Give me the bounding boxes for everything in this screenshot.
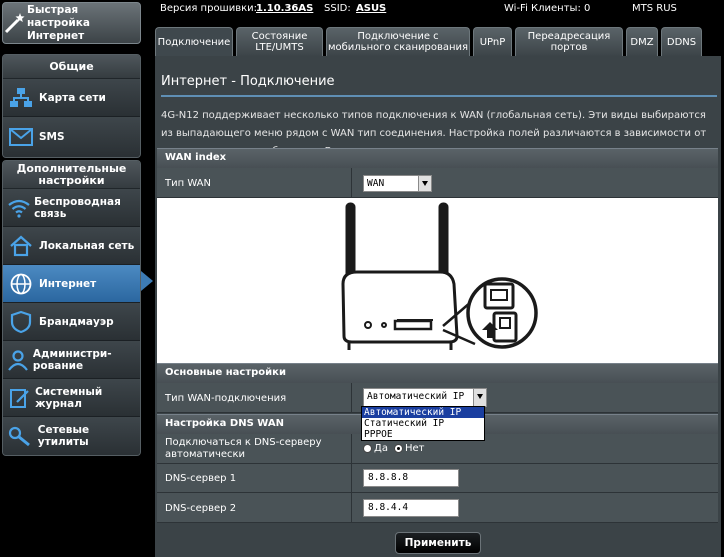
section-wan-index: WAN index xyxy=(157,148,718,168)
sidebar-item-admin[interactable]: Администри-рование xyxy=(3,341,140,379)
dns2-row: DNS-сервер 2 8.8.4.4 xyxy=(157,493,718,523)
sidebar-item-label: Системный журнал xyxy=(35,385,103,410)
tab-lte-status[interactable]: Состояние LTE/UMTS xyxy=(236,27,323,56)
sidebar-item-internet[interactable]: Интернет xyxy=(3,265,140,303)
lan-icon xyxy=(3,235,39,257)
sidebar-item-syslog[interactable]: Системный журнал xyxy=(3,379,140,417)
advanced-title: Дополнительные настройки xyxy=(3,161,140,189)
general-panel: Общие Карта сети SMS xyxy=(2,54,141,158)
dropdown-option-static-ip[interactable]: Статический IP xyxy=(362,418,484,429)
tab-connection[interactable]: Подключение xyxy=(155,27,233,56)
tab-dmz[interactable]: DMZ xyxy=(626,27,658,56)
title-divider xyxy=(161,95,717,97)
general-title: Общие xyxy=(3,55,140,79)
dns-auto-yes-radio[interactable]: Да xyxy=(363,443,388,454)
ssid-label: SSID: xyxy=(324,3,351,14)
chevron-down-icon xyxy=(473,389,486,406)
network-tools-icon xyxy=(3,425,38,447)
ssid-link[interactable]: ASUS xyxy=(356,1,386,17)
dns-auto-label: Подключаться к DNS-серверу автоматически xyxy=(165,437,322,460)
wan-type-select[interactable]: WAN xyxy=(363,175,432,192)
dns1-row: DNS-сервер 1 8.8.8.8 xyxy=(157,464,718,493)
sidebar-item-label: Интернет xyxy=(39,277,97,290)
wan-type-row: Тип WAN WAN xyxy=(157,168,718,198)
sidebar-item-network-map[interactable]: Карта сети xyxy=(3,79,140,117)
tab-mobile-scan[interactable]: Подключение с мобильного сканирования xyxy=(326,27,470,56)
dns2-label: DNS-сервер 2 xyxy=(165,503,237,514)
dropdown-option-auto-ip[interactable]: Автоматический IP xyxy=(362,407,484,418)
sms-icon xyxy=(3,128,39,146)
section-basic-settings: Основные настройки xyxy=(157,363,718,383)
sidebar: Быстрая настройка Интернет Общие Карта с… xyxy=(0,0,154,557)
tab-upnp[interactable]: UPnP xyxy=(473,27,512,56)
dns1-label: DNS-сервер 1 xyxy=(165,473,237,484)
status-bar: Версия прошивки: 1.10.36AS SSID: ASUS Wi… xyxy=(154,0,724,18)
sidebar-item-label: Беспроводная связь xyxy=(34,195,121,220)
sidebar-item-network-tools[interactable]: Сетевые утилиты xyxy=(3,417,140,455)
sidebar-item-lan[interactable]: Локальная сеть xyxy=(3,227,140,265)
quick-setup-label: Быстрая настройка Интернет xyxy=(27,3,90,42)
wifi-clients: Wi-Fi Клиенты: 0 xyxy=(504,3,591,14)
dns-auto-no-radio[interactable]: Нет xyxy=(393,443,424,454)
firmware-link[interactable]: 1.10.36AS xyxy=(256,1,313,17)
advanced-panel: Дополнительные настройки Беспроводная св… xyxy=(2,160,141,456)
sidebar-item-label: SMS xyxy=(39,131,65,143)
sidebar-item-label: Администри-рование xyxy=(32,347,112,372)
sidebar-item-label: Брандмауэр xyxy=(39,315,114,328)
sidebar-item-label: Локальная сеть xyxy=(39,239,135,252)
active-item-arrow xyxy=(141,271,153,291)
firmware-label: Версия прошивки: xyxy=(160,3,258,14)
dns1-input[interactable]: 8.8.8.8 xyxy=(363,469,459,487)
sidebar-item-label: Сетевые утилиты xyxy=(37,424,90,448)
router-image xyxy=(341,202,538,350)
admin-icon xyxy=(3,349,33,371)
dns-auto-radio-group: Да Нет xyxy=(363,443,430,454)
operator-name: MTS RUS xyxy=(632,3,677,14)
syslog-icon xyxy=(3,387,35,409)
wireless-icon xyxy=(3,198,34,218)
apply-button[interactable]: Применить xyxy=(395,532,481,554)
dns2-input[interactable]: 8.8.4.4 xyxy=(363,499,459,517)
wan-type-label: Тип WAN xyxy=(165,178,211,189)
chevron-down-icon xyxy=(418,176,431,191)
dropdown-option-pppoe[interactable]: PPPOE xyxy=(362,429,484,440)
wan-conn-type-label: Тип WAN-подключения xyxy=(165,393,287,404)
tab-port-forwarding[interactable]: Переадресация портов xyxy=(515,27,623,56)
globe-icon xyxy=(3,272,39,296)
sidebar-item-sms[interactable]: SMS xyxy=(3,117,140,157)
magic-wand-icon xyxy=(3,11,27,35)
router-illustration xyxy=(157,198,718,363)
sidebar-item-wireless[interactable]: Беспроводная связь xyxy=(3,189,140,227)
wan-conn-type-dropdown: Автоматический IP Статический IP PPPOE xyxy=(361,406,485,441)
sidebar-item-label: Карта сети xyxy=(39,91,106,104)
sidebar-item-firewall[interactable]: Брандмауэр xyxy=(3,303,140,341)
tab-ddns[interactable]: DDNS xyxy=(661,27,702,56)
firewall-icon xyxy=(3,310,39,334)
page-title: Интернет - Подключение xyxy=(161,74,335,89)
quick-setup-button[interactable]: Быстрая настройка Интернет xyxy=(2,2,141,44)
network-map-icon xyxy=(3,87,39,109)
content-area: Интернет - Подключение 4G-N12 поддержива… xyxy=(155,56,721,557)
wan-conn-type-select[interactable]: Автоматический IP xyxy=(363,388,487,407)
